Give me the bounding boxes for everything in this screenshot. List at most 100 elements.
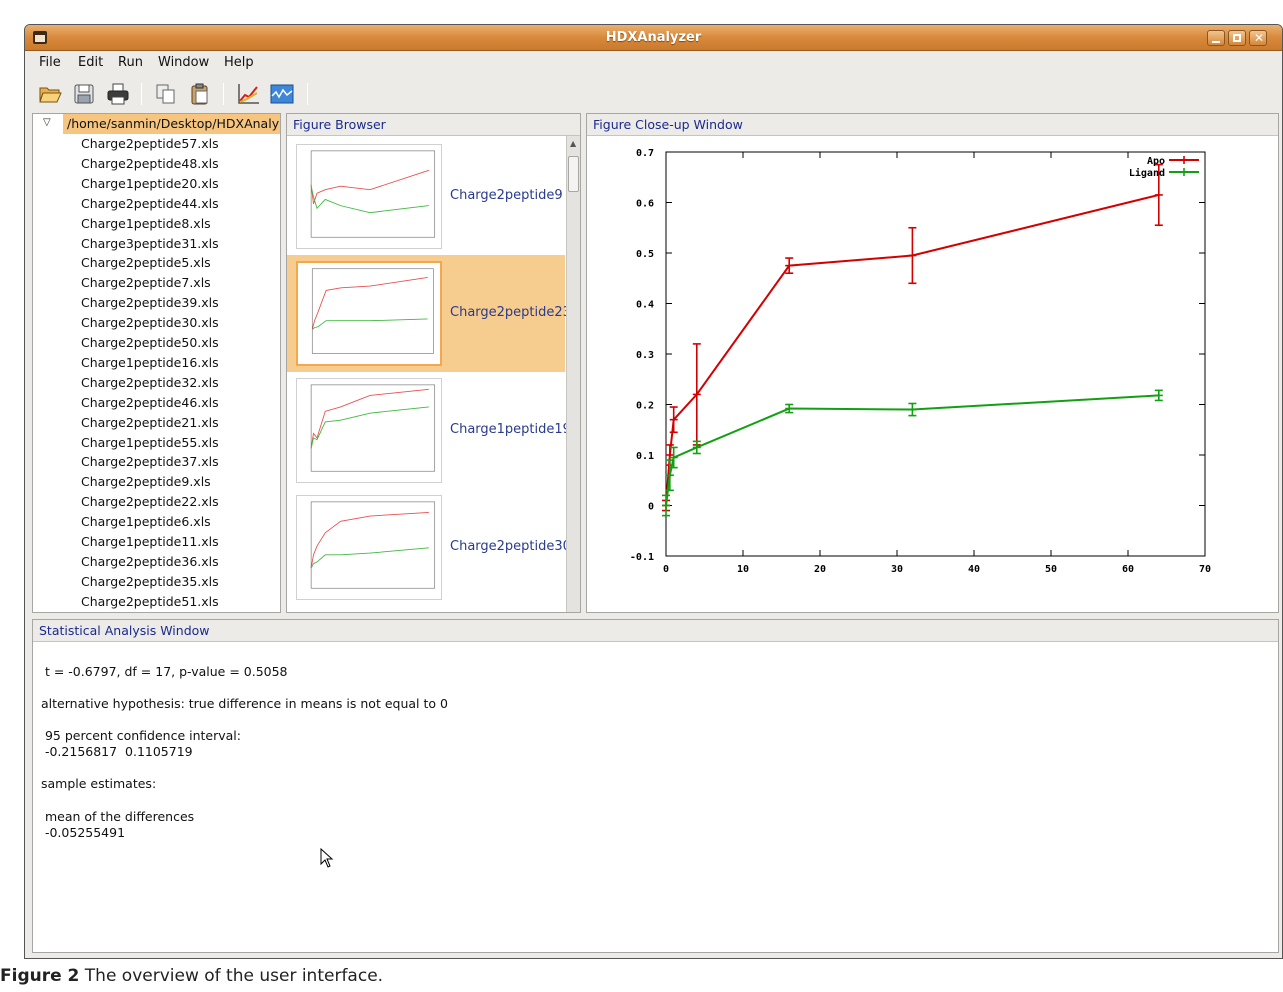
tree-file-item[interactable]: Charge1peptide16.xls <box>81 355 219 370</box>
menu-window[interactable]: Window <box>158 55 209 70</box>
mean-diff-value: -0.05255491 <box>41 825 126 840</box>
thumbnail-chart <box>310 384 436 472</box>
y-tick-label: 0 <box>648 502 654 513</box>
tree-file-item[interactable]: Charge2peptide21.xls <box>81 415 219 430</box>
menu-file[interactable]: File <box>39 55 61 70</box>
print-button[interactable] <box>105 81 131 107</box>
mean-diff-label: mean of the differences <box>41 809 195 824</box>
tree-file-item[interactable]: Charge2peptide39.xls <box>81 295 219 310</box>
x-tick-label: 50 <box>1045 564 1057 575</box>
menu-help[interactable]: Help <box>224 55 254 70</box>
ci-label: 95 percent confidence interval: <box>41 728 241 743</box>
y-tick-label: 0.7 <box>636 148 654 159</box>
figure-item-label: Charge1peptide19 <box>450 422 571 437</box>
x-tick-label: 30 <box>891 564 903 575</box>
figure-thumbnail[interactable] <box>296 495 442 600</box>
minimize-icon <box>1212 41 1220 43</box>
figure-thumbnail[interactable] <box>296 378 442 483</box>
close-icon: ✕ <box>1253 31 1265 45</box>
copy-icon <box>156 84 175 104</box>
scrollbar-thumb[interactable] <box>568 156 579 192</box>
maximize-icon <box>1233 34 1241 42</box>
x-tick-label: 10 <box>737 564 749 575</box>
thumbnail-frame <box>310 501 436 589</box>
tree-file-item[interactable]: Charge2peptide51.xls <box>81 594 219 609</box>
figure-thumbnail[interactable] <box>296 261 442 366</box>
y-tick-label: 0.5 <box>636 249 654 260</box>
tree-file-item[interactable]: Charge2peptide32.xls <box>81 375 219 390</box>
tree-file-item[interactable]: Charge1peptide11.xls <box>81 534 219 549</box>
tree-root[interactable]: ▽ /home/sanmin/Desktop/HDXAnaly <box>33 114 280 134</box>
open-button[interactable] <box>37 81 63 107</box>
thumbnail-series <box>311 318 428 330</box>
figure-browser-title: Figure Browser <box>287 114 580 136</box>
hypothesis-text: alternative hypothesis: true difference … <box>41 696 448 711</box>
menu-edit[interactable]: Edit <box>78 55 103 70</box>
copy-button[interactable] <box>153 81 179 107</box>
title-bar[interactable]: HDXAnalyzer ✕ <box>25 25 1282 51</box>
file-tree-panel: ▽ /home/sanmin/Desktop/HDXAnaly Charge2p… <box>32 113 281 613</box>
thumbnail-frame <box>310 150 436 238</box>
y-tick-label: 0.3 <box>636 350 654 361</box>
y-tick-label: -0.1 <box>630 552 654 563</box>
tree-root-label[interactable]: /home/sanmin/Desktop/HDXAnaly <box>63 114 280 134</box>
save-button[interactable] <box>71 81 97 107</box>
stats-title: Statistical Analysis Window <box>33 620 1278 642</box>
figure-item-label: Charge2peptide23 <box>450 305 571 320</box>
tree-file-item[interactable]: Charge2peptide36.xls <box>81 554 219 569</box>
save-icon <box>74 84 94 104</box>
figure-item[interactable]: Charge2peptide30 <box>287 489 571 606</box>
minimize-button[interactable] <box>1207 30 1225 46</box>
tree-file-item[interactable]: Charge1peptide6.xls <box>81 514 211 529</box>
maximize-button[interactable] <box>1228 30 1246 46</box>
figure-closeup-panel: Figure Close-up Window -0.1 0 0.1 0.2 0.3 0.4… <box>586 113 1279 613</box>
tree-file-item[interactable]: Charge2peptide30.xls <box>81 315 219 330</box>
paste-icon <box>191 83 208 105</box>
scroll-up-icon[interactable]: ▲ <box>570 139 576 148</box>
tree-file-item[interactable]: Charge2peptide7.xls <box>81 275 211 290</box>
toolbar <box>25 77 1282 111</box>
thumbnail-frame <box>311 268 434 354</box>
print-icon <box>107 83 129 105</box>
tree-file-item[interactable]: Charge2peptide5.xls <box>81 255 211 270</box>
thumbnail-series <box>310 388 429 449</box>
legend-label: Apo <box>1147 156 1165 167</box>
tree-file-item[interactable]: Charge2peptide57.xls <box>81 136 219 151</box>
figure-browser-scrollbar[interactable]: ▲ <box>566 136 580 612</box>
thumbnail-series <box>310 512 429 569</box>
tree-file-item[interactable]: Charge2peptide50.xls <box>81 335 219 350</box>
open-icon <box>39 87 62 103</box>
closeup-chart: -0.1 0 0.1 0.2 0.3 0.4 0.5 0.6 0.7 0 10 20 30 40 50 60 7… <box>630 148 1211 575</box>
tree-file-item[interactable]: Charge3peptide31.xls <box>81 236 219 251</box>
x-tick-label: 60 <box>1122 564 1134 575</box>
window-title: HDXAnalyzer <box>605 30 702 45</box>
tree-file-item[interactable]: Charge2peptide22.xls <box>81 494 219 509</box>
tree-file-item[interactable]: Charge1peptide8.xls <box>81 216 211 231</box>
tree-file-item[interactable]: Charge2peptide35.xls <box>81 574 219 589</box>
caption-text: The overview of the user interface. <box>79 966 384 986</box>
analysis-button[interactable] <box>269 81 295 107</box>
menu-run[interactable]: Run <box>118 55 143 70</box>
closeup-title: Figure Close-up Window <box>587 114 1278 136</box>
tree-file-item[interactable]: Charge2peptide9.xls <box>81 474 211 489</box>
figure-item-label: Charge2peptide30 <box>450 539 571 554</box>
tree-file-item[interactable]: Charge2peptide37.xls <box>81 454 219 469</box>
tree-file-item[interactable]: Charge2peptide46.xls <box>81 395 219 410</box>
y-tick-label: 0.1 <box>636 451 654 462</box>
tree-file-item[interactable]: Charge1peptide20.xls <box>81 176 219 191</box>
tree-file-item[interactable]: Charge2peptide48.xls <box>81 156 219 171</box>
expand-toggle-icon[interactable]: ▽ <box>43 117 51 128</box>
figure-item[interactable]: Charge1peptide19 <box>287 372 571 489</box>
close-button[interactable]: ✕ <box>1249 30 1267 46</box>
figure-item[interactable]: Charge2peptide9 <box>287 138 565 255</box>
figure-item[interactable]: Charge2peptide23 <box>287 255 571 372</box>
x-tick-label: 70 <box>1199 564 1211 575</box>
figure-thumbnail[interactable] <box>296 144 442 249</box>
paste-button[interactable] <box>187 81 213 107</box>
tree-file-item[interactable]: Charge1peptide55.xls <box>81 435 219 450</box>
tree-file-item[interactable]: Charge2peptide44.xls <box>81 196 219 211</box>
analysis-icon <box>270 84 294 104</box>
menu-bar: File Edit Run Window Help <box>25 52 1282 74</box>
thumbnail-series <box>310 406 429 449</box>
plot-button[interactable] <box>235 81 261 107</box>
